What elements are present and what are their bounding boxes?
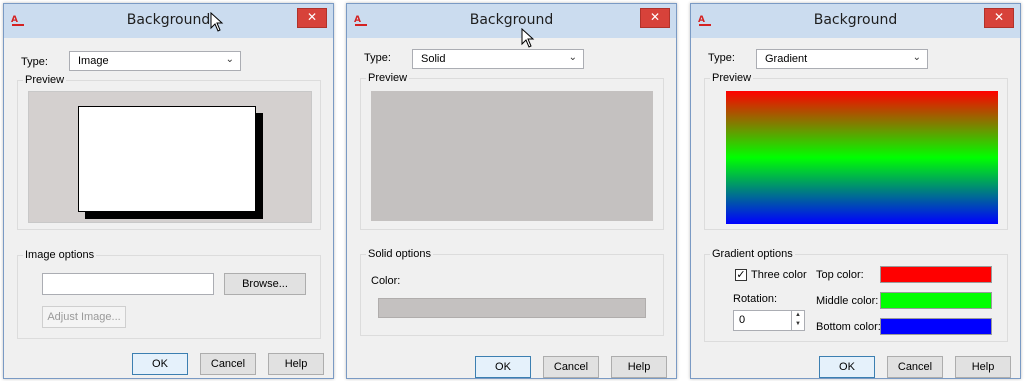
title-bar[interactable]: A Background ✕ (691, 4, 1020, 38)
ok-button[interactable]: OK (475, 356, 531, 378)
top-color-swatch[interactable] (880, 266, 992, 283)
cancel-button[interactable]: Cancel (887, 356, 943, 378)
adjust-image-button[interactable]: Adjust Image... (42, 306, 126, 328)
title-bar[interactable]: A Background ✕ (4, 4, 333, 38)
close-button[interactable]: ✕ (640, 8, 670, 28)
preview-label: Preview (23, 74, 67, 86)
color-label: Color: (371, 275, 401, 287)
dialog-title: Background (126, 12, 211, 28)
close-icon: ✕ (306, 10, 318, 24)
rotation-value: 0 (739, 314, 746, 326)
close-icon: ✕ (649, 10, 661, 24)
chevron-down-icon: ⌄ (225, 54, 234, 65)
gradient-options-label: Gradient options (710, 248, 795, 260)
cancel-button[interactable]: Cancel (200, 353, 256, 375)
image-options-group: Image options Browse... Adjust Image... (17, 249, 321, 339)
help-button[interactable]: Help (611, 356, 667, 378)
three-color-label: Three color (751, 269, 807, 281)
close-button[interactable]: ✕ (297, 8, 327, 28)
dialog-title: Background (813, 12, 898, 28)
preview-label: Preview (366, 72, 410, 84)
background-dialog-image: A Background ✕ Type: Image ⌄ Preview Ima… (3, 3, 334, 379)
help-button[interactable]: Help (268, 353, 324, 375)
background-dialog-solid: A Background ✕ Type: Solid ⌄ Preview Sol… (346, 3, 677, 379)
image-path-input[interactable] (42, 273, 214, 295)
rotation-label: Rotation: (733, 293, 778, 305)
cancel-button[interactable]: Cancel (543, 356, 599, 378)
checkmark-icon: ✓ (736, 269, 746, 281)
type-value: Gradient (765, 53, 808, 65)
type-value: Image (78, 55, 109, 67)
preview-label: Preview (710, 72, 754, 84)
type-value: Solid (421, 53, 446, 65)
mouse-pointer-icon (521, 28, 535, 48)
close-button[interactable]: ✕ (984, 8, 1014, 28)
solid-options-label: Solid options (366, 248, 433, 260)
type-label: Type: (364, 52, 391, 64)
preview-area (28, 91, 312, 223)
help-button[interactable]: Help (955, 356, 1011, 378)
middle-color-label: Middle color: (816, 295, 879, 307)
spin-buttons: ▲ ▼ (791, 311, 804, 330)
type-dropdown[interactable]: Gradient ⌄ (756, 49, 928, 69)
preview-area (371, 91, 653, 221)
preview-group: Preview (17, 74, 321, 230)
spin-down-icon[interactable]: ▼ (792, 320, 804, 329)
browse-button[interactable]: Browse... (224, 273, 306, 295)
title-bar[interactable]: A Background ✕ (347, 4, 676, 38)
preview-group: Preview (704, 72, 1008, 230)
gradient-preview (726, 91, 998, 224)
ok-button[interactable]: OK (132, 353, 188, 375)
gradient-options-group: Gradient options ✓ Three color Rotation:… (704, 248, 1008, 342)
type-dropdown[interactable]: Image ⌄ (69, 51, 241, 71)
chevron-down-icon: ⌄ (912, 52, 921, 63)
top-color-label: Top color: (816, 269, 864, 281)
type-dropdown[interactable]: Solid ⌄ (412, 49, 584, 69)
preview-image-page (78, 106, 256, 212)
solid-options-group: Solid options Color: (360, 248, 664, 336)
bottom-color-swatch[interactable] (880, 318, 992, 335)
ok-button[interactable]: OK (819, 356, 875, 378)
close-icon: ✕ (993, 10, 1005, 24)
image-options-label: Image options (23, 249, 97, 261)
chevron-down-icon: ⌄ (568, 52, 577, 63)
mouse-pointer-icon (210, 12, 224, 32)
type-label: Type: (708, 52, 735, 64)
preview-group: Preview (360, 72, 664, 230)
type-label: Type: (21, 56, 48, 68)
rotation-spinner[interactable]: 0 ▲ ▼ (733, 310, 805, 331)
three-color-checkbox[interactable]: ✓ (735, 269, 747, 281)
dialog-title: Background (469, 12, 554, 28)
color-swatch[interactable] (378, 298, 646, 318)
background-dialog-gradient: A Background ✕ Type: Gradient ⌄ Preview … (690, 3, 1021, 379)
spin-up-icon[interactable]: ▲ (792, 311, 804, 320)
bottom-color-label: Bottom color: (816, 321, 881, 333)
middle-color-swatch[interactable] (880, 292, 992, 309)
